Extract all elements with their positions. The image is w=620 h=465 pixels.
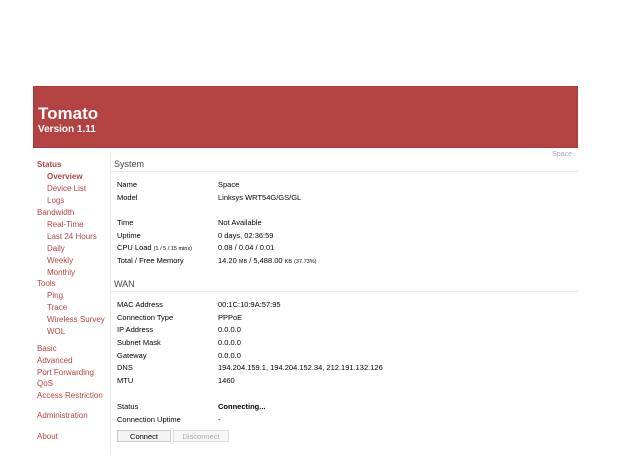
name-value: Space	[218, 180, 240, 189]
dns-label: DNS	[117, 363, 133, 372]
model-value: Linksys WRT54G/GS/GL	[218, 193, 302, 202]
content-divider	[110, 154, 111, 454]
nav-weekly[interactable]: Weekly	[47, 256, 73, 265]
gateway-label: Gateway	[117, 351, 147, 360]
row-mac: MAC Address 00:1C:10:9A:57:95	[117, 300, 577, 311]
nav-qos[interactable]: QoS	[37, 379, 53, 388]
time-value: Not Available	[218, 218, 262, 227]
nav-access-restriction[interactable]: Access Restriction	[37, 391, 103, 400]
section-title-wan: WAN	[114, 279, 135, 289]
nav-logs[interactable]: Logs	[47, 196, 64, 205]
row-cpu: CPU Load (1 / 5 / 15 mins) 0.08 / 0.04 /…	[117, 243, 577, 254]
row-subnet: Subnet Mask 0.0.0.0	[117, 338, 577, 349]
nav-wireless-survey[interactable]: Wireless Survey	[47, 315, 105, 324]
nav-wol[interactable]: WOL	[47, 327, 65, 336]
row-gateway: Gateway 0.0.0.0	[117, 351, 577, 362]
row-connection-type: Connection Type PPPoE	[117, 313, 577, 324]
nav-status[interactable]: Status	[37, 160, 61, 169]
header-banner: Tomato Version 1.11	[33, 86, 578, 148]
memory-value: 14.20 MB / 5,488.00 KB (37.73%)	[218, 256, 316, 265]
cpu-value: 0.08 / 0.04 / 0.01	[218, 243, 275, 252]
connection-uptime-label: Connection Uptime	[117, 415, 181, 424]
nav-advanced[interactable]: Advanced	[37, 356, 73, 365]
disconnect-button[interactable]: Disconnect	[173, 430, 229, 442]
uptime-label: Uptime	[117, 231, 141, 240]
row-connection-uptime: Connection Uptime -	[117, 415, 577, 426]
cpu-sub-label: (1 / 5 / 15 mins)	[153, 246, 192, 252]
nav-trace[interactable]: Trace	[47, 303, 67, 312]
mtu-value: 1460	[218, 376, 235, 385]
row-mtu: MTU 1460	[117, 376, 577, 387]
row-ip: IP Address 0.0.0.0	[117, 325, 577, 336]
nav-daily[interactable]: Daily	[47, 244, 65, 253]
dns-value: 194.204.159.1, 194.204.152.34, 212.191.1…	[218, 363, 383, 372]
nav-basic[interactable]: Basic	[37, 344, 57, 353]
connection-type-value: PPPoE	[218, 313, 243, 322]
ip-value: 0.0.0.0	[218, 325, 241, 334]
memory-unit-mb: MB	[238, 259, 248, 265]
nav-about[interactable]: About	[37, 432, 58, 441]
gateway-value: 0.0.0.0	[218, 351, 241, 360]
mtu-label: MTU	[117, 376, 134, 385]
mac-value: 00:1C:10:9A:57:95	[218, 300, 281, 309]
name-label: Name	[117, 180, 138, 189]
memory-total: 14.20	[218, 256, 237, 265]
memory-free: / 5,488.00	[247, 256, 285, 265]
nav-overview[interactable]: Overview	[47, 172, 83, 181]
nav-port-forwarding[interactable]: Port Forwarding	[37, 368, 94, 377]
row-status: Status Connecting...	[117, 402, 577, 413]
time-label: Time	[117, 218, 134, 227]
row-time: Time Not Available	[117, 218, 577, 229]
nav-monthly[interactable]: Monthly	[47, 268, 75, 277]
status-label: Status	[117, 402, 139, 411]
cpu-label-group: CPU Load (1 / 5 / 15 mins)	[117, 243, 192, 252]
connection-uptime-value: -	[218, 415, 221, 424]
subnet-value: 0.0.0.0	[218, 338, 241, 347]
cpu-label: CPU Load	[117, 243, 152, 252]
mac-label: MAC Address	[117, 300, 163, 309]
nav-administration[interactable]: Administration	[37, 411, 88, 420]
router-frame: Tomato Version 1.11 Status Overview Devi…	[33, 86, 578, 465]
memory-percent: (37.73%)	[294, 259, 317, 265]
memory-unit-kb: KB	[284, 259, 292, 265]
connect-button[interactable]: Connect	[117, 430, 171, 442]
nav-ping[interactable]: Ping	[47, 291, 63, 300]
row-dns: DNS 194.204.159.1, 194.204.152.34, 212.1…	[117, 363, 577, 374]
row-uptime: Uptime 0 days, 02:36:59	[117, 231, 577, 242]
row-memory: Total / Free Memory 14.20 MB / 5,488.00 …	[117, 256, 577, 267]
section-rule-wan	[110, 291, 578, 292]
section-title-system: System	[114, 159, 145, 169]
nav-device-list[interactable]: Device List	[47, 184, 86, 193]
model-label: Model	[117, 193, 138, 202]
router-name-label: Space	[552, 151, 572, 158]
row-name: Name Space	[117, 180, 577, 191]
ip-label: IP Address	[117, 325, 154, 334]
nav-tools[interactable]: Tools	[37, 279, 56, 288]
nav-last-24-hours[interactable]: Last 24 Hours	[47, 232, 97, 241]
subnet-label: Subnet Mask	[117, 338, 161, 347]
memory-label: Total / Free Memory	[117, 256, 184, 265]
brand-title: Tomato	[38, 104, 99, 123]
connection-type-label: Connection Type	[117, 313, 174, 322]
nav-bandwidth[interactable]: Bandwidth	[37, 208, 74, 217]
brand-version: Version 1.11	[38, 124, 96, 135]
status-value: Connecting...	[218, 402, 266, 411]
section-rule-system	[110, 171, 578, 172]
nav-real-time[interactable]: Real-Time	[47, 220, 84, 229]
row-model: Model Linksys WRT54G/GS/GL	[117, 193, 577, 204]
uptime-value: 0 days, 02:36:59	[218, 231, 274, 240]
